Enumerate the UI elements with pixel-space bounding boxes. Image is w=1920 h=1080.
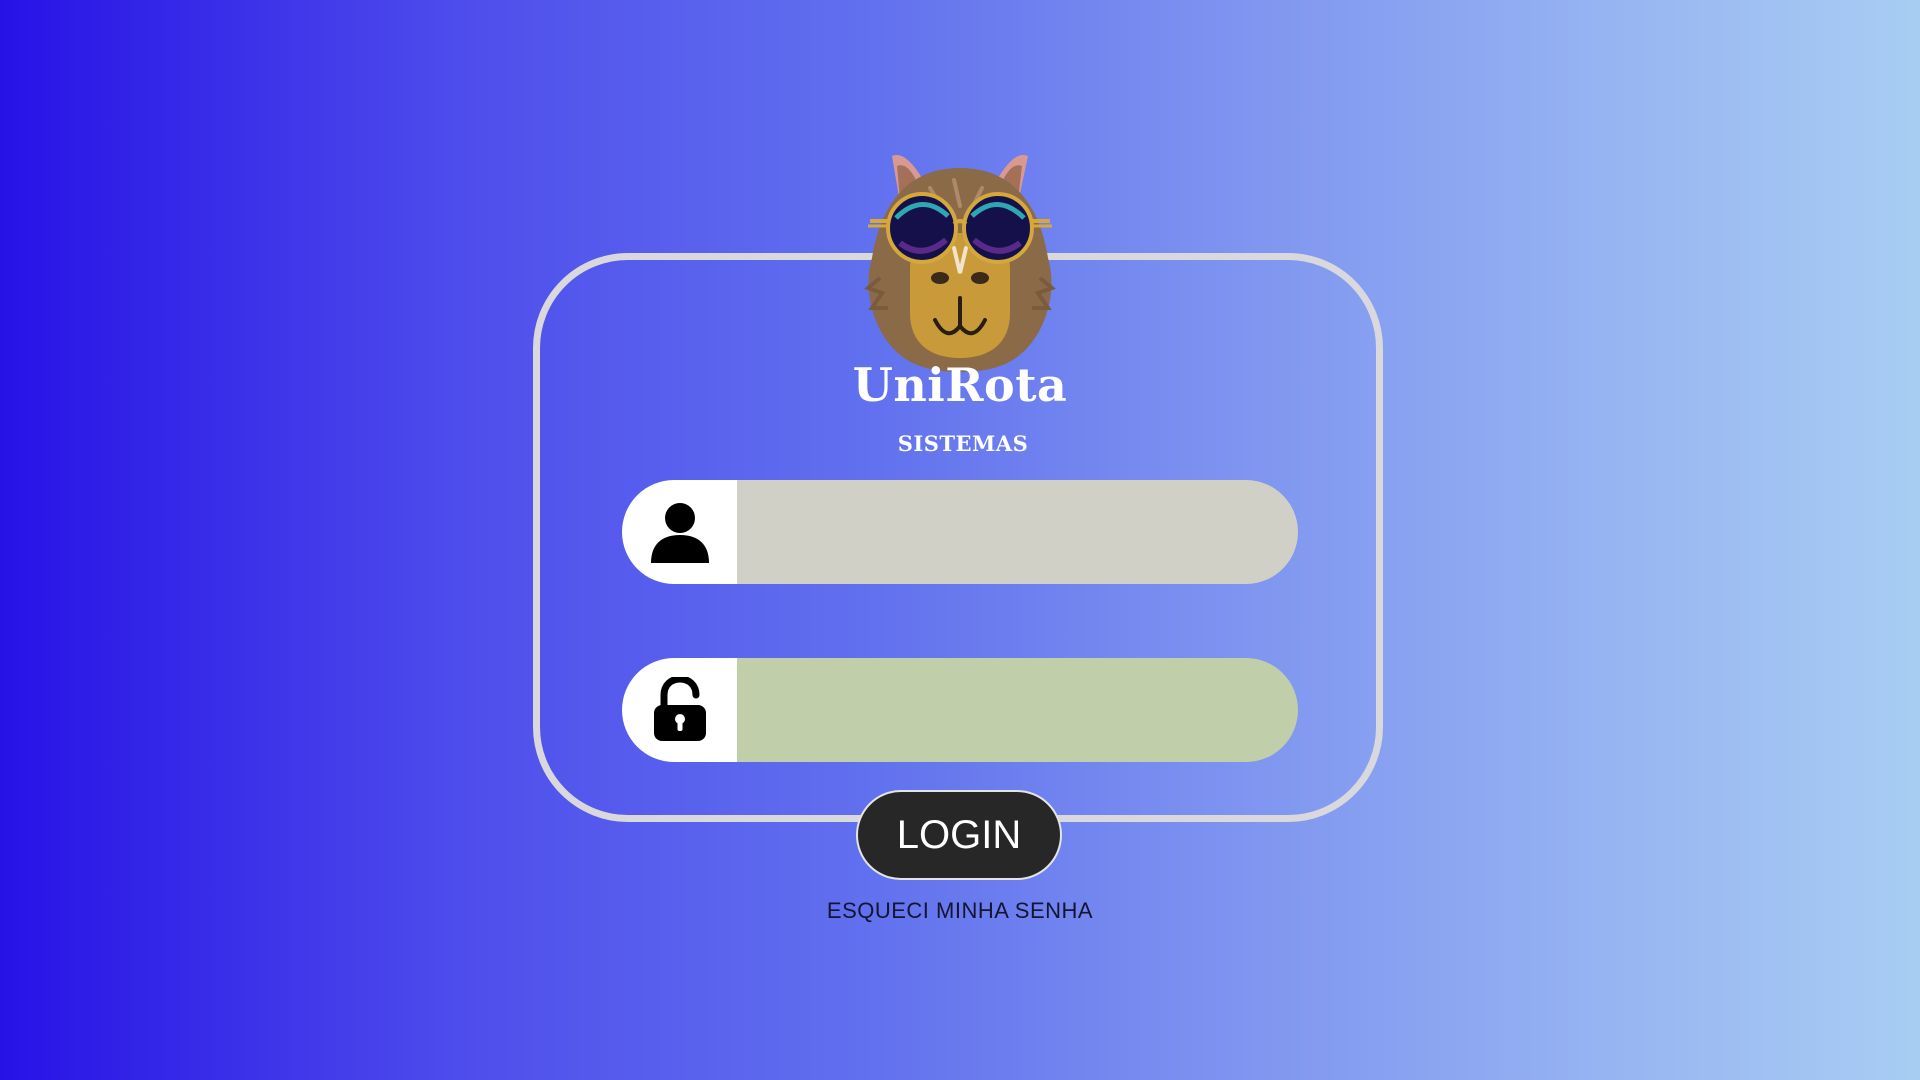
forgot-password-link[interactable]: ESQUECI MINHA SENHA: [760, 898, 1160, 924]
login-button[interactable]: LOGIN: [856, 790, 1062, 880]
password-icon-cap: [622, 658, 737, 762]
username-input[interactable]: [737, 480, 1298, 584]
brand-title: UniRota: [852, 358, 1068, 412]
capybara-mascot-logo: [864, 154, 1056, 372]
password-input[interactable]: [737, 658, 1298, 762]
username-field: [622, 480, 1298, 584]
lock-open-icon: [653, 677, 706, 741]
username-icon-cap: [622, 480, 737, 584]
user-icon: [650, 503, 709, 563]
password-field: [622, 658, 1298, 762]
brand-subtitle: SISTEMAS: [897, 431, 1029, 456]
